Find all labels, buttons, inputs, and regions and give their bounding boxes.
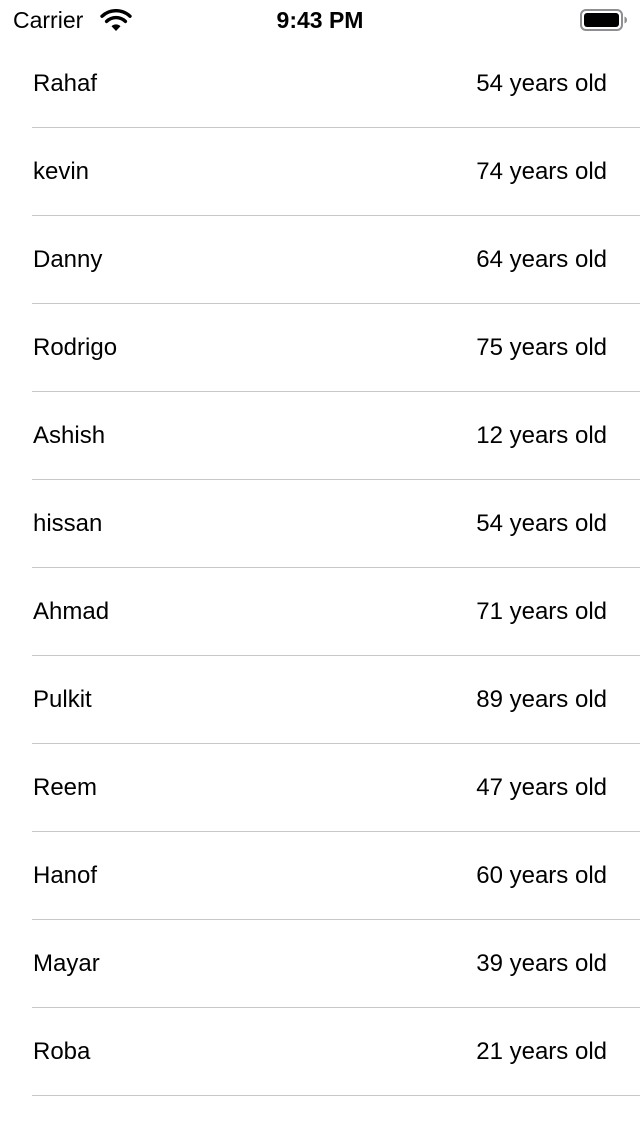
list-item[interactable]: Reem 47 years old: [0, 744, 640, 832]
person-name: Ahmad: [33, 598, 110, 625]
person-age: 64 years old: [476, 246, 607, 273]
list-item[interactable]: kevin 74 years old: [0, 128, 640, 216]
person-name: Hanof: [33, 862, 98, 889]
list-item[interactable]: Hanof 60 years old: [0, 832, 640, 920]
person-age: 71 years old: [476, 598, 607, 625]
person-name: Mayar: [33, 950, 100, 977]
battery-icon: [580, 9, 628, 31]
person-age: 47 years old: [476, 774, 607, 801]
list-item[interactable]: Mayar 39 years old: [0, 920, 640, 1008]
list-item[interactable]: Pulkit 89 years old: [0, 656, 640, 744]
person-name: Pulkit: [33, 686, 92, 713]
list-item[interactable]: Rodrigo 75 years old: [0, 304, 640, 392]
list-item[interactable]: Danny 64 years old: [0, 216, 640, 304]
people-list: Rahaf 54 years old kevin 74 years old Danny 6…: [0, 40, 640, 1096]
person-name: kevin: [33, 158, 90, 185]
person-age: 74 years old: [476, 158, 607, 185]
person-age: 39 years old: [476, 950, 607, 977]
person-age: 21 years old: [476, 1038, 607, 1065]
list-item[interactable]: Ahmad 71 years old: [0, 568, 640, 656]
person-name: hissan: [33, 510, 103, 537]
person-age: 54 years old: [476, 510, 607, 537]
person-name: Roba: [33, 1038, 91, 1065]
list-item[interactable]: Roba 21 years old: [0, 1008, 640, 1096]
status-bar: Carrier 9:43 PM: [0, 0, 640, 40]
person-age: 75 years old: [476, 334, 607, 361]
person-name: Ashish: [33, 422, 106, 449]
person-name: Rahaf: [33, 70, 98, 97]
person-age: 60 years old: [476, 862, 607, 889]
clock-time: 9:43 PM: [276, 7, 364, 33]
person-name: Rodrigo: [33, 334, 118, 361]
list-item[interactable]: Ashish 12 years old: [0, 392, 640, 480]
person-name: Danny: [33, 246, 103, 273]
list-item[interactable]: hissan 54 years old: [0, 480, 640, 568]
person-age: 12 years old: [476, 422, 607, 449]
person-name: Reem: [33, 774, 98, 801]
list-item[interactable]: Rahaf 54 years old: [0, 40, 640, 128]
person-age: 54 years old: [476, 70, 607, 97]
person-age: 89 years old: [476, 686, 607, 713]
